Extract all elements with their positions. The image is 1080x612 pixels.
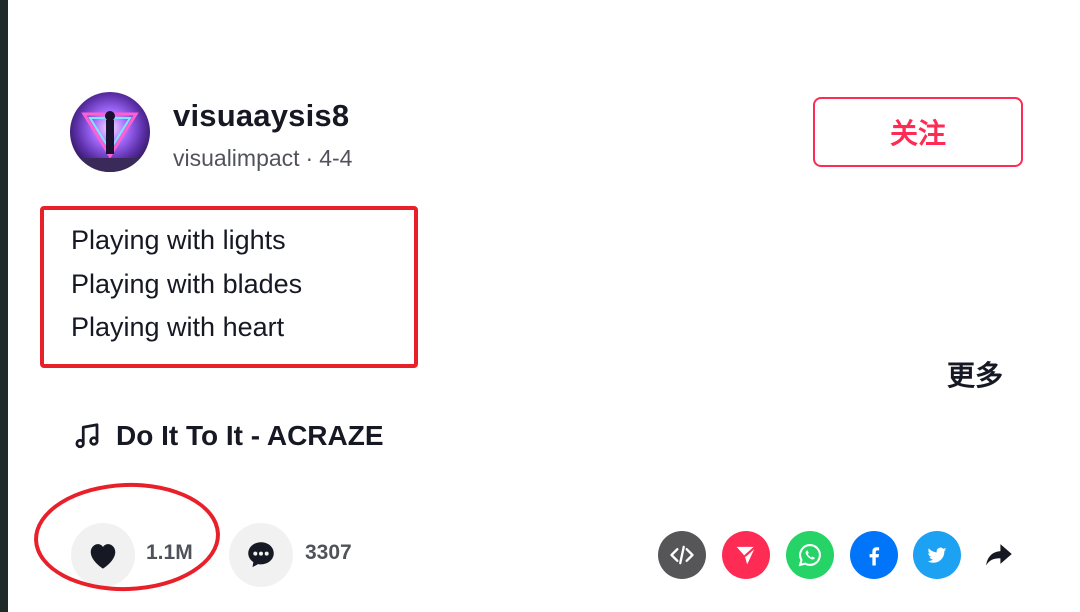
send-to-friends-button[interactable] (722, 531, 770, 579)
facebook-share-button[interactable] (850, 531, 898, 579)
music-note-icon (75, 423, 99, 449)
share-more-button[interactable] (982, 537, 1016, 571)
more-button[interactable]: 更多 (947, 354, 1003, 394)
comment-count: 3307 (305, 541, 352, 564)
comment-button[interactable] (229, 523, 293, 587)
comment-icon (248, 542, 274, 568)
twitter-icon (927, 547, 947, 563)
author-username[interactable]: visuaaysis8 (173, 98, 349, 134)
whatsapp-share-button[interactable] (786, 531, 834, 579)
follow-button[interactable]: 关注 (813, 97, 1023, 167)
embed-button[interactable] (658, 531, 706, 579)
avatar-image (70, 92, 150, 172)
twitter-share-button[interactable] (913, 531, 961, 579)
description-line: Playing with blades (71, 269, 303, 299)
left-edge-strip (0, 0, 8, 612)
music-title: Do It To It - ACRAZE (116, 420, 384, 451)
facebook-icon (869, 547, 880, 566)
post-date: 4-4 (319, 145, 353, 171)
music-link[interactable]: Do It To It - ACRAZE (72, 420, 384, 452)
likes-highlight-ellipse (32, 479, 222, 595)
share-arrow-icon (986, 544, 1012, 566)
author-subline: visualimpact · 4-4 (173, 145, 352, 172)
author-nickname[interactable]: visualimpact (173, 145, 300, 172)
whatsapp-icon (798, 544, 821, 567)
embed-icon (670, 545, 694, 565)
description-line: Playing with lights (71, 225, 286, 255)
description-line: Playing with heart (71, 312, 285, 342)
separator-dot: · (305, 145, 314, 171)
send-icon (736, 546, 757, 565)
avatar[interactable] (70, 92, 150, 172)
